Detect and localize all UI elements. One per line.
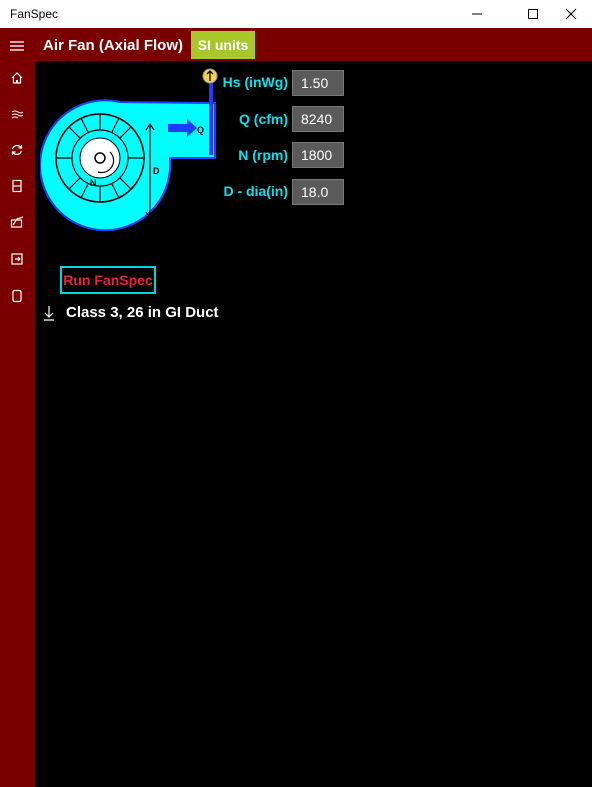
menu-icon xyxy=(10,41,24,51)
q-input[interactable]: 8240 xyxy=(292,106,344,132)
tablet-icon xyxy=(12,289,22,303)
sidebar-item-wave[interactable] xyxy=(8,105,26,123)
wave-icon xyxy=(11,110,24,119)
minimize-icon xyxy=(472,13,482,15)
chart-icon xyxy=(10,216,24,228)
home-icon xyxy=(11,72,23,84)
result-row: Class 3, 26 in GI Duct xyxy=(42,304,219,321)
result-text: Class 3, 26 in GI Duct xyxy=(66,304,219,321)
close-icon xyxy=(565,8,577,20)
n-label: N (rpm) xyxy=(238,147,288,163)
minimize-button[interactable] xyxy=(454,0,500,28)
sidebar-item-refresh[interactable] xyxy=(8,141,26,159)
download-icon xyxy=(44,305,54,321)
close-button[interactable] xyxy=(548,0,592,28)
run-fanspec-button[interactable]: Run FanSpec xyxy=(60,266,156,294)
window-titlebar: FanSpec xyxy=(0,0,592,28)
sidebar-item-chart[interactable] xyxy=(8,213,26,231)
d-label: D xyxy=(153,166,160,176)
layout-icon xyxy=(12,179,22,193)
maximize-icon xyxy=(528,9,538,19)
export-icon xyxy=(11,253,23,265)
n-input[interactable]: 1800 xyxy=(292,142,344,168)
d-label: D - dia(in) xyxy=(223,183,288,199)
sidebar xyxy=(0,28,35,787)
hs-label: Hs (inWg) xyxy=(222,74,288,90)
page-title: Air Fan (Axial Flow) xyxy=(43,37,184,54)
q-label: Q (cfm) xyxy=(239,111,288,127)
d-input[interactable]: 18.0 xyxy=(292,179,344,205)
si-units-button[interactable]: SI units xyxy=(191,31,255,59)
hs-input[interactable]: 1.50 xyxy=(292,70,344,96)
app-header: Air Fan (Axial Flow) SI units xyxy=(35,28,592,61)
window-title: FanSpec xyxy=(10,7,59,21)
n-label: N xyxy=(90,178,97,188)
refresh-icon xyxy=(11,145,23,155)
sidebar-item-home[interactable] xyxy=(8,69,26,87)
sidebar-item-layout[interactable] xyxy=(8,177,26,195)
sidebar-item-tablet[interactable] xyxy=(8,287,26,305)
hamburger-menu-button[interactable] xyxy=(8,37,26,55)
sidebar-item-export[interactable] xyxy=(8,250,26,268)
